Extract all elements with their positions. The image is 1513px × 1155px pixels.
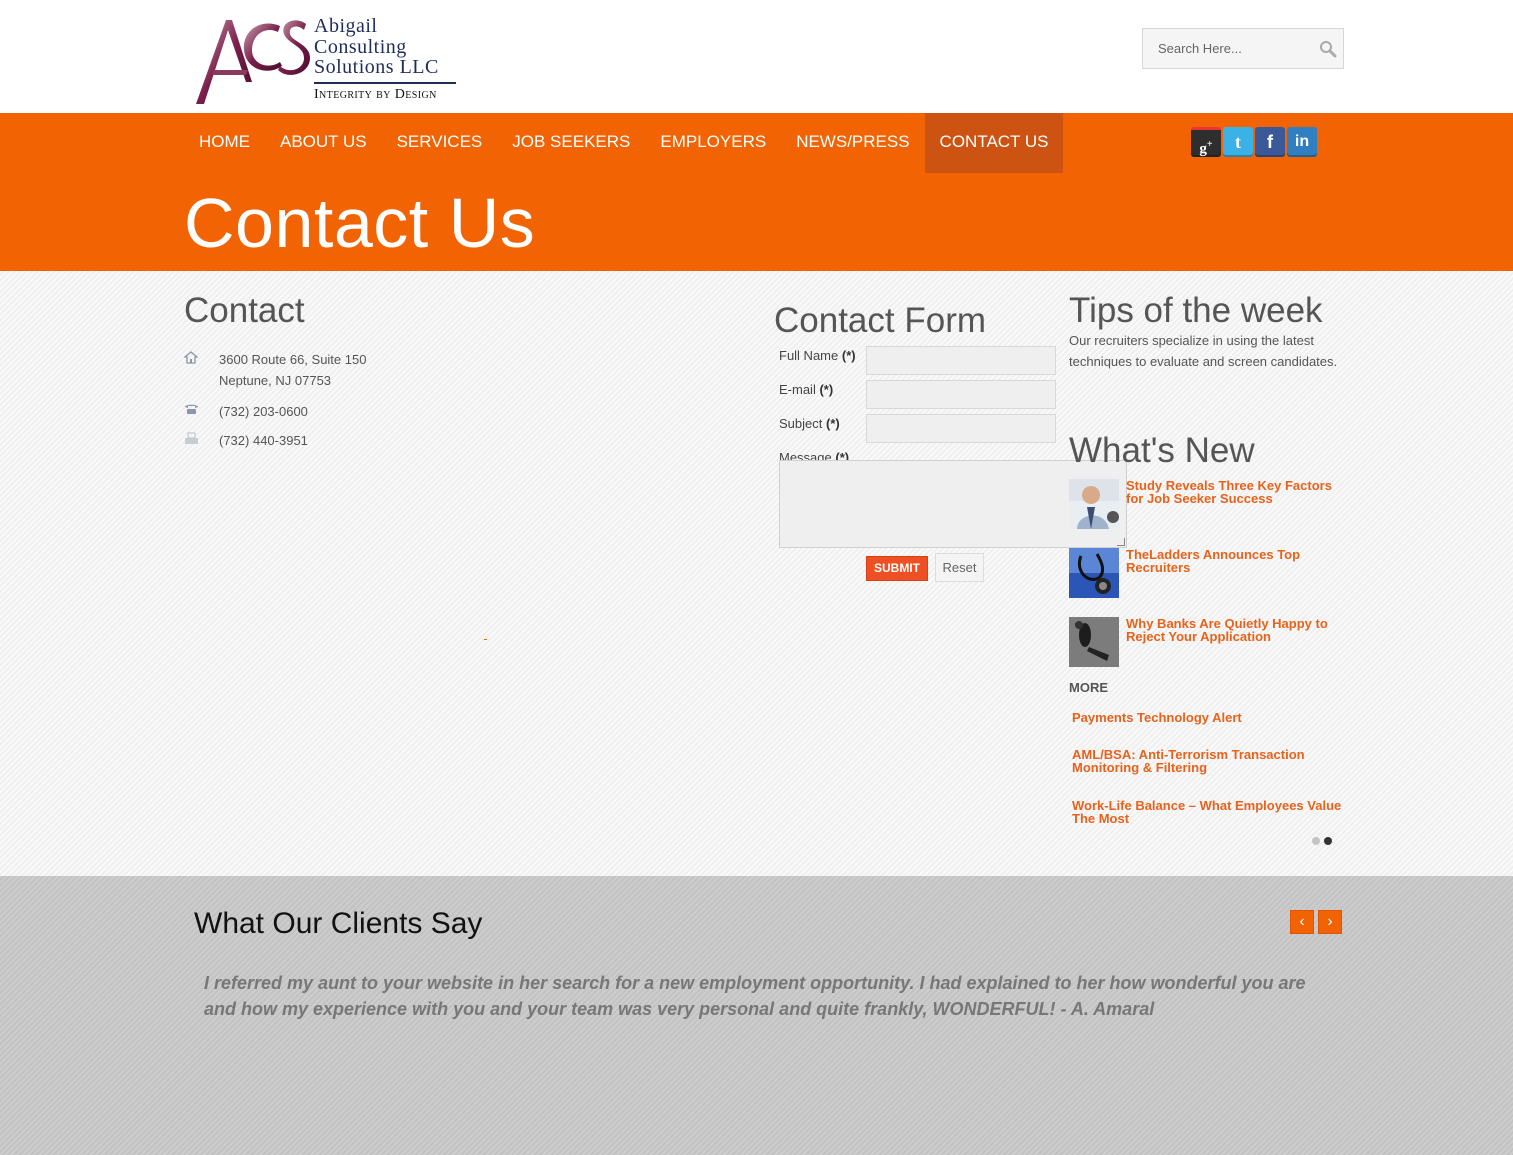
more-news-link[interactable]: Work-Life Balance – What Employees Value… — [1072, 799, 1342, 825]
submit-button[interactable]: SUBMIT — [866, 556, 928, 581]
address-text: 3600 Route 66, Suite 150 Neptune, NJ 077… — [219, 349, 366, 391]
phone-icon — [184, 403, 200, 417]
acs-logo-mark — [196, 20, 310, 104]
full-name-label-text: Full Name — [779, 348, 839, 363]
news-thumbnail[interactable] — [1069, 548, 1119, 598]
pager-dot[interactable] — [1312, 837, 1320, 845]
site-logo[interactable]: Abigail Consulting Solutions LLC Integri… — [190, 12, 465, 107]
subject-field[interactable] — [866, 414, 1056, 443]
message-label: Message (*) — [779, 450, 849, 460]
message-label-text: Message — [779, 450, 832, 460]
phone-number: (732) 203-0600 — [219, 404, 308, 419]
email-label-text: E-mail — [779, 382, 816, 397]
search-box — [1142, 28, 1344, 69]
testimonial-quote: I referred my aunt to your website in he… — [204, 973, 1306, 1019]
page-title: Contact Us — [184, 184, 536, 262]
more-news-link[interactable]: Payments Technology Alert — [1072, 711, 1342, 724]
search-input[interactable] — [1143, 29, 1313, 68]
full-name-field[interactable] — [866, 346, 1056, 375]
news-item[interactable]: TheLadders Announces Top Recruiters — [1069, 548, 1344, 598]
address-line1: 3600 Route 66, Suite 150 — [219, 352, 367, 367]
facebook-icon[interactable]: f — [1255, 127, 1285, 157]
search-icon[interactable] — [1319, 40, 1337, 58]
news-thumbnail[interactable] — [1069, 617, 1119, 667]
tips-text: Our recruiters specialize in using the l… — [1069, 333, 1338, 369]
nav-news-press[interactable]: NEWS/PRESS — [781, 113, 924, 173]
testimonials-section: What Our Clients Say ‹ › I referred my a… — [0, 876, 1513, 1155]
nav-band: HOME ABOUT US SERVICES JOB SEEKERS EMPLO… — [0, 113, 1513, 271]
nav-about-us[interactable]: ABOUT US — [265, 113, 382, 173]
more-news-link[interactable]: AML/BSA: Anti-Terrorism Transaction Moni… — [1072, 748, 1342, 774]
required-mark: (*) — [819, 382, 834, 397]
required-mark: (*) — [835, 450, 850, 460]
main-content: Contact 3600 Route 66, Suite 150 Neptune… — [0, 271, 1513, 876]
main-nav: HOME ABOUT US SERVICES JOB SEEKERS EMPLO… — [184, 113, 1064, 173]
whats-new-heading: What's New — [1069, 431, 1255, 470]
contact-form-heading: Contact Form — [774, 301, 986, 340]
subject-label-text: Subject — [779, 416, 823, 431]
logo-divider — [314, 82, 456, 84]
email-label: E-mail (*) — [779, 382, 833, 397]
news-link[interactable]: Study Reveals Three Key Factors for Job … — [1126, 479, 1341, 505]
logo-tagline: Integrity by Design — [314, 87, 437, 102]
news-link[interactable]: Why Banks Are Quietly Happy to Reject Yo… — [1126, 617, 1341, 643]
fax-number: (732) 440-3951 — [219, 433, 308, 448]
home-icon — [183, 351, 200, 365]
chevron-left-icon[interactable]: ‹ — [1290, 910, 1314, 934]
required-mark: (*) — [826, 416, 840, 431]
pager-dot-active[interactable] — [1324, 837, 1332, 845]
fax-row: (732) 440-3951 — [184, 430, 444, 451]
full-name-label: Full Name (*) — [779, 348, 856, 363]
email-field[interactable] — [866, 380, 1056, 409]
twitter-icon[interactable]: t — [1223, 127, 1253, 157]
nav-employers[interactable]: EMPLOYERS — [645, 113, 781, 173]
nav-contact-us[interactable]: CONTACT US — [924, 113, 1064, 173]
social-links: g+ t f in — [1191, 127, 1317, 157]
news-item[interactable]: Study Reveals Three Key Factors for Job … — [1069, 479, 1344, 529]
reset-button[interactable]: Reset — [935, 553, 984, 582]
news-pager — [1312, 837, 1332, 845]
testimonials-heading: What Our Clients Say — [194, 907, 483, 940]
nav-job-seekers[interactable]: JOB SEEKERS — [497, 113, 645, 173]
map-placeholder-mark — [484, 639, 487, 640]
nav-services[interactable]: SERVICES — [382, 113, 498, 173]
subject-label: Subject (*) — [779, 416, 840, 431]
required-mark: (*) — [841, 348, 856, 363]
news-link[interactable]: TheLadders Announces Top Recruiters — [1126, 548, 1341, 574]
address-row: 3600 Route 66, Suite 150 Neptune, NJ 077… — [183, 349, 444, 391]
news-item[interactable]: Why Banks Are Quietly Happy to Reject Yo… — [1069, 617, 1344, 667]
logo-text-line1: Abigail — [314, 15, 378, 37]
google-plus-icon[interactable]: g+ — [1191, 127, 1221, 157]
chevron-right-icon[interactable]: › — [1318, 910, 1342, 934]
resize-handle[interactable] — [1117, 538, 1125, 546]
nav-home[interactable]: HOME — [184, 113, 265, 173]
tips-heading: Tips of the week — [1069, 291, 1323, 330]
phone-row: (732) 203-0600 — [184, 401, 444, 422]
address-line2: Neptune, NJ 07753 — [219, 373, 332, 388]
more-label: MORE — [1069, 680, 1108, 695]
linkedin-icon[interactable]: in — [1287, 127, 1317, 157]
contact-heading: Contact — [184, 291, 305, 330]
news-thumbnail[interactable] — [1069, 479, 1119, 529]
logo-text-line3: Solutions LLC — [314, 56, 439, 78]
fax-icon — [184, 432, 200, 446]
site-header: Abigail Consulting Solutions LLC Integri… — [0, 0, 1513, 113]
